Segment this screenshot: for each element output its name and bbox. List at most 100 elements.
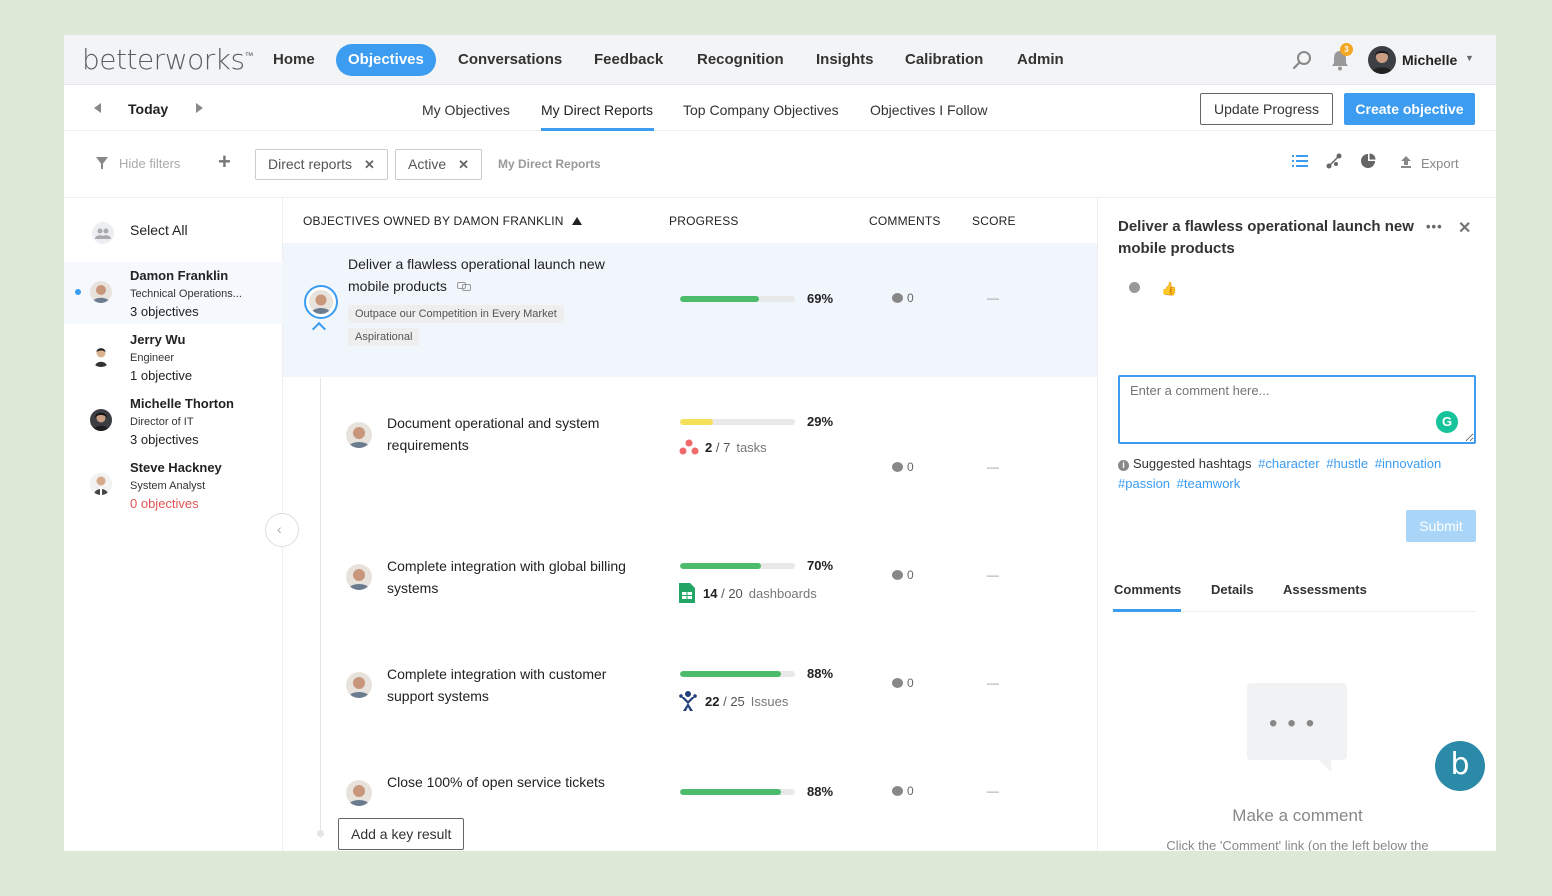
nav-insights[interactable]: Insights — [804, 44, 886, 76]
nav-recognition[interactable]: Recognition — [685, 44, 796, 76]
collapse-sidebar-button[interactable]: ‹ — [265, 513, 299, 547]
nav-conversations[interactable]: Conversations — [446, 44, 574, 76]
filter-chip-active[interactable]: Active ✕ — [395, 149, 483, 180]
tab-top-company-objectives[interactable]: Top Company Objectives — [683, 102, 839, 118]
notification-badge: 3 — [1340, 43, 1353, 56]
person-role: System Analyst — [130, 480, 206, 492]
hashtag-link[interactable]: #teamwork — [1177, 476, 1241, 491]
previous-period-icon[interactable] — [94, 103, 101, 113]
person-name: Damon Franklin — [130, 268, 229, 283]
chevron-left-icon: ‹ — [277, 521, 282, 537]
app-window: betterworks™ Home Objectives Conversatio… — [64, 35, 1496, 851]
submit-button[interactable]: Submit — [1406, 510, 1476, 542]
more-options-icon[interactable]: ••• — [1426, 219, 1443, 234]
hashtag-link[interactable]: #passion — [1118, 476, 1170, 491]
export-link[interactable]: Export — [1421, 156, 1459, 171]
person-role: Director of IT — [130, 416, 194, 428]
filter-chip-label: Direct reports — [268, 156, 353, 172]
group-icon[interactable] — [92, 222, 114, 244]
objective-owner-avatar[interactable] — [304, 285, 338, 319]
export-icon[interactable] — [1400, 156, 1412, 168]
nav-admin[interactable]: Admin — [1005, 44, 1076, 76]
pie-chart-icon[interactable] — [1360, 153, 1376, 169]
comment-icon[interactable] — [1129, 282, 1140, 293]
objective-row[interactable]: Deliver a flawless operational launch ne… — [283, 243, 1097, 377]
empty-state-hint: Click the 'Comment' link (on the left be… — [1166, 838, 1429, 851]
comment-count[interactable]: 0 — [892, 568, 914, 582]
key-result-metric: 2 / 7 tasks — [679, 439, 767, 455]
person-role: Engineer — [130, 352, 175, 364]
tab-my-direct-reports[interactable]: My Direct Reports — [541, 102, 653, 118]
person-damon-franklin[interactable]: Damon Franklin Technical Operations... 3… — [64, 262, 283, 324]
hashtag-link[interactable]: #character — [1258, 456, 1319, 471]
suggested-hashtags: i Suggested hashtags #character #hustle #… — [1118, 456, 1442, 491]
key-result-title[interactable]: Document operational and system requireme… — [387, 412, 599, 456]
grammarly-icon[interactable]: G — [1436, 411, 1458, 433]
sort-ascending-icon — [571, 217, 582, 225]
close-icon[interactable]: ✕ — [458, 157, 469, 172]
nav-home[interactable]: Home — [261, 44, 327, 76]
person-role: Technical Operations... — [130, 288, 242, 300]
close-icon[interactable]: ✕ — [364, 157, 375, 172]
comment-icon — [892, 293, 903, 303]
select-all-link[interactable]: Select All — [130, 222, 188, 238]
person-jerry-wu[interactable]: Jerry Wu Engineer 1 objective — [64, 326, 283, 388]
user-avatar[interactable] — [1368, 46, 1396, 74]
progress-percent: 69% — [807, 291, 834, 306]
score-value: — — [987, 568, 999, 582]
update-progress-button[interactable]: Update Progress — [1200, 93, 1333, 125]
person-objective-count: 1 objective — [130, 368, 193, 383]
list-view-icon[interactable] — [1292, 153, 1308, 169]
comment-count[interactable]: 0 — [892, 460, 914, 474]
key-result-title[interactable]: Close 100% of open service tickets — [387, 771, 605, 793]
comment-icon — [892, 462, 903, 472]
filter-chip-direct-reports[interactable]: Direct reports ✕ — [255, 149, 388, 180]
hide-filters-link[interactable]: Hide filters — [119, 156, 180, 171]
person-steve-hackney[interactable]: Steve Hackney System Analyst 0 objective… — [64, 454, 283, 516]
column-header-owner[interactable]: OBJECTIVES OWNED BY DAMON FRANKLIN — [303, 214, 582, 228]
column-header-progress: PROGRESS — [669, 214, 739, 228]
thumbs-up-icon[interactable]: 👍 — [1161, 281, 1177, 297]
objective-detail-panel: Deliver a flawless operational launch ne… — [1097, 198, 1496, 851]
avatar — [346, 672, 372, 698]
add-key-result-button[interactable]: Add a key result — [338, 818, 465, 850]
person-michelle-thorton[interactable]: Michelle Thorton Director of IT 3 object… — [64, 390, 283, 452]
key-result-title[interactable]: Complete integration with global billing… — [387, 555, 626, 599]
avatar — [346, 422, 372, 448]
add-filter-icon[interactable]: + — [218, 149, 231, 175]
hashtag-link[interactable]: #hustle — [1326, 456, 1368, 471]
objective-title[interactable]: Deliver a flawless operational launch ne… — [348, 253, 605, 297]
comment-count[interactable]: 0 — [892, 291, 914, 305]
nav-calibration[interactable]: Calibration — [893, 44, 995, 76]
avatar — [90, 345, 112, 367]
close-icon[interactable]: ✕ — [1458, 218, 1471, 238]
avatar — [90, 281, 112, 303]
period-label[interactable]: Today — [128, 101, 168, 117]
user-name[interactable]: Michelle — [1402, 52, 1457, 68]
next-period-icon[interactable] — [196, 103, 203, 113]
search-icon[interactable] — [1292, 50, 1312, 70]
tab-assessments[interactable]: Assessments — [1283, 582, 1367, 597]
hashtag-link[interactable]: #innovation — [1375, 456, 1442, 471]
tab-my-objectives[interactable]: My Objectives — [422, 102, 510, 118]
create-objective-button[interactable]: Create objective — [1344, 93, 1475, 125]
betterworks-logo[interactable]: betterworks™ — [82, 43, 254, 76]
nav-feedback[interactable]: Feedback — [582, 44, 675, 76]
comment-count[interactable]: 0 — [892, 784, 914, 798]
current-filter-label: My Direct Reports — [498, 157, 601, 171]
chat-launcher-icon[interactable]: b — [1435, 741, 1485, 791]
tree-view-icon[interactable] — [1326, 153, 1342, 169]
nav-objectives[interactable]: Objectives — [336, 44, 436, 76]
progress-percent: 29% — [807, 414, 834, 429]
person-name: Michelle Thorton — [130, 396, 234, 411]
chevron-down-icon[interactable]: ▼ — [1465, 53, 1474, 63]
progress-percent: 88% — [807, 666, 834, 681]
tab-details[interactable]: Details — [1211, 582, 1254, 597]
tab-comments[interactable]: Comments — [1114, 582, 1181, 597]
filter-icon[interactable] — [96, 157, 108, 169]
tab-objectives-i-follow[interactable]: Objectives I Follow — [870, 102, 987, 118]
key-result-title[interactable]: Complete integration with customer suppor… — [387, 663, 606, 707]
comment-count[interactable]: 0 — [892, 676, 914, 690]
comment-input[interactable] — [1118, 375, 1476, 444]
progress-bar — [680, 789, 795, 795]
